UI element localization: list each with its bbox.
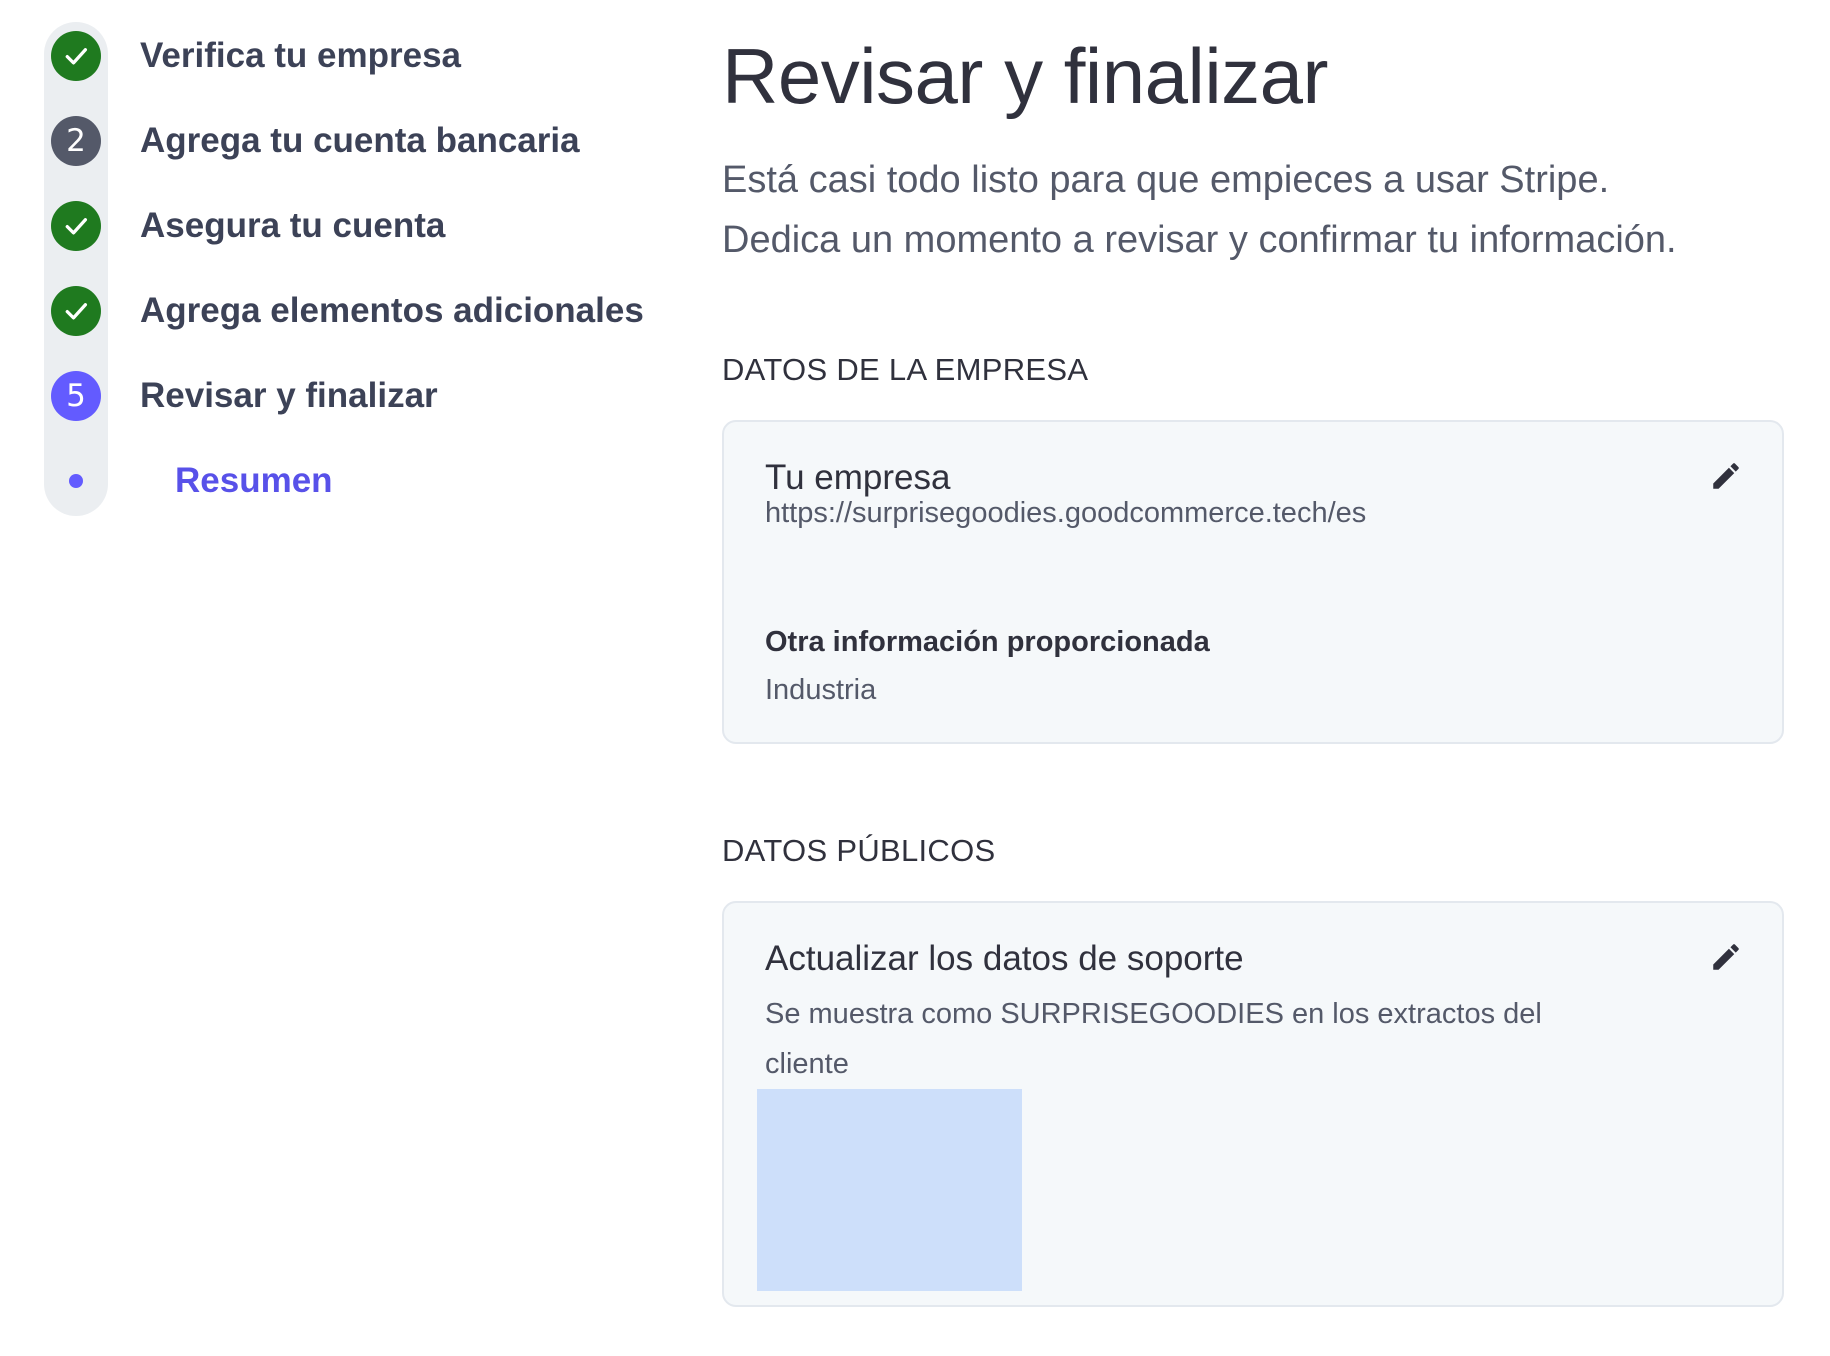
check-icon	[65, 303, 87, 320]
other-info-value: Industria	[765, 674, 877, 706]
check-icon	[65, 218, 87, 235]
section-heading: DATOS DE LA EMPRESA	[722, 352, 1089, 387]
step-add-extras[interactable]: Agrega elementos adicionales	[44, 281, 684, 341]
support-description-line: Se muestra como SURPRISEGOODIES en los e…	[765, 998, 1542, 1030]
pencil-icon	[1713, 463, 1739, 489]
step-review-finish[interactable]: 5 Revisar y finalizar	[44, 366, 684, 426]
step-complete-badge	[51, 201, 101, 251]
pencil-icon	[1713, 944, 1739, 970]
support-description: Se muestra como SURPRISEGOODIES en los e…	[765, 989, 1542, 1089]
step-complete-badge	[51, 286, 101, 336]
step-secure-account[interactable]: Asegura tu cuenta	[44, 196, 684, 256]
step-label: Agrega elementos adicionales	[140, 291, 644, 330]
step-add-bank-account[interactable]: 2 Agrega tu cuenta bancaria	[44, 111, 684, 171]
description-line: Dedica un momento a revisar y confirmar …	[722, 219, 1677, 261]
substep-label: Resumen	[175, 461, 333, 500]
edit-business-button[interactable]	[1706, 456, 1746, 496]
review-panel: Revisar y finalizar Está casi todo listo…	[722, 30, 1784, 270]
card-title: Actualizar los datos de soporte	[765, 939, 1244, 978]
page-description: Está casi todo listo para que empieces a…	[722, 150, 1784, 270]
step-label: Asegura tu cuenta	[140, 206, 446, 245]
step-label: Verifica tu empresa	[140, 36, 461, 75]
substep-summary[interactable]: Resumen	[44, 451, 684, 511]
image-placeholder	[757, 1089, 1022, 1291]
business-url: https://surprisegoodies.goodcommerce.tec…	[765, 497, 1367, 529]
support-card: Actualizar los datos de soporte Se muest…	[722, 901, 1784, 1307]
step-number-badge: 5	[51, 371, 101, 421]
page-title: Revisar y finalizar	[722, 32, 1329, 120]
support-description-line: cliente	[765, 1048, 849, 1080]
description-line: Está casi todo listo para que empieces a…	[722, 159, 1610, 201]
step-number-badge: 2	[51, 116, 101, 166]
public-details-section: DATOS PÚBLICOS Actualizar los datos de s…	[722, 833, 1784, 1307]
business-card: Tu empresa https://surprisegoodies.goodc…	[722, 420, 1784, 744]
stepper-track	[44, 22, 108, 516]
step-complete-badge	[51, 31, 101, 81]
other-info-label: Otra información proporcionada	[765, 626, 1210, 658]
active-substep-dot	[69, 474, 83, 488]
step-verify-business[interactable]: Verifica tu empresa	[44, 26, 684, 86]
step-label: Revisar y finalizar	[140, 376, 438, 415]
section-heading: DATOS PÚBLICOS	[722, 833, 996, 868]
edit-support-button[interactable]	[1706, 937, 1746, 977]
business-details-section: DATOS DE LA EMPRESA Tu empresa https://s…	[722, 352, 1784, 744]
check-icon	[65, 48, 87, 65]
step-label: Agrega tu cuenta bancaria	[140, 121, 580, 160]
